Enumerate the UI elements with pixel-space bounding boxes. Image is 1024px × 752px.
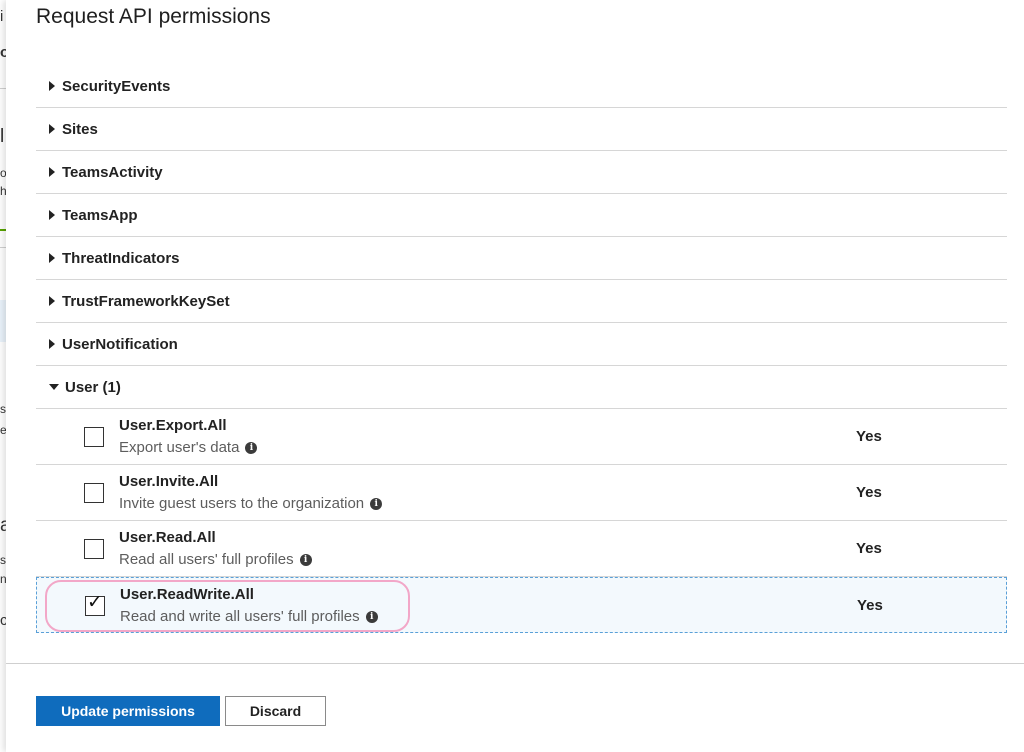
group-label: User (1) [65, 378, 121, 396]
admin-consent-required: Yes [856, 484, 882, 501]
group-user[interactable]: User (1) [36, 366, 1007, 409]
caret-right-icon [49, 339, 55, 349]
permission-row-user-read-all: User.Read.All Read all users' full profi… [36, 521, 1007, 577]
permission-name: User.Invite.All [119, 473, 219, 490]
permission-checkbox[interactable] [84, 539, 104, 559]
caret-down-icon [49, 384, 59, 390]
group-trustframeworkkeyset[interactable]: TrustFrameworkKeySet [36, 280, 1007, 323]
permission-description: Invite guest users to the organization i [119, 495, 383, 512]
info-icon[interactable]: i [299, 553, 312, 566]
group-usernotification[interactable]: UserNotification [36, 323, 1007, 366]
group-label: UserNotification [62, 335, 178, 353]
permission-name: User.Read.All [119, 529, 216, 546]
footer-divider [6, 663, 1024, 664]
group-threatindicators[interactable]: ThreatIndicators [36, 237, 1007, 280]
discard-button[interactable]: Discard [225, 696, 326, 726]
caret-right-icon [49, 296, 55, 306]
permission-row-user-invite-all: User.Invite.All Invite guest users to th… [36, 465, 1007, 521]
permission-description-text: Read and write all users' full profiles [120, 608, 360, 625]
caret-right-icon [49, 124, 55, 134]
info-icon[interactable]: i [370, 497, 383, 510]
background-text: i [0, 8, 4, 25]
permission-row-user-readwrite-all: ✓ User.ReadWrite.All Read and write all … [36, 577, 1007, 633]
permission-description: Read and write all users' full profiles … [120, 608, 378, 625]
permission-list: SecurityEvents Sites TeamsActivity Teams… [36, 65, 1007, 633]
permission-checkbox[interactable] [84, 483, 104, 503]
permission-description-text: Export user's data [119, 439, 240, 456]
admin-consent-required: Yes [856, 428, 882, 445]
admin-consent-required: Yes [857, 597, 883, 614]
group-label: ThreatIndicators [62, 249, 180, 267]
caret-right-icon [49, 210, 55, 220]
background-text: l [0, 126, 5, 147]
permission-checkbox[interactable] [84, 427, 104, 447]
permission-name: User.ReadWrite.All [120, 586, 254, 603]
permission-name: User.Export.All [119, 417, 227, 434]
group-label: TeamsApp [62, 206, 138, 224]
permission-description: Export user's data i [119, 439, 258, 456]
permission-description: Read all users' full profiles i [119, 551, 312, 568]
group-label: SecurityEvents [62, 77, 171, 95]
group-teamsapp[interactable]: TeamsApp [36, 194, 1007, 237]
panel-title: Request API permissions [36, 5, 271, 28]
info-icon[interactable]: i [365, 610, 378, 623]
group-securityevents[interactable]: SecurityEvents [36, 65, 1007, 108]
group-label: TeamsActivity [62, 163, 163, 181]
caret-right-icon [49, 81, 55, 91]
request-api-permissions-panel: Request API permissions SecurityEvents S… [6, 0, 1024, 752]
update-permissions-button[interactable]: Update permissions [36, 696, 220, 726]
permission-description-text: Read all users' full profiles [119, 551, 294, 568]
group-teamsactivity[interactable]: TeamsActivity [36, 151, 1007, 194]
info-icon[interactable]: i [245, 441, 258, 454]
admin-consent-required: Yes [856, 540, 882, 557]
permission-checkbox[interactable]: ✓ [85, 592, 105, 616]
group-sites[interactable]: Sites [36, 108, 1007, 151]
caret-right-icon [49, 253, 55, 263]
checkmark-icon: ✓ [87, 592, 103, 613]
permission-row-user-export-all: User.Export.All Export user's data i Yes [36, 409, 1007, 465]
permission-description-text: Invite guest users to the organization [119, 495, 365, 512]
caret-right-icon [49, 167, 55, 177]
group-label: Sites [62, 120, 98, 138]
group-label: TrustFrameworkKeySet [62, 292, 230, 310]
